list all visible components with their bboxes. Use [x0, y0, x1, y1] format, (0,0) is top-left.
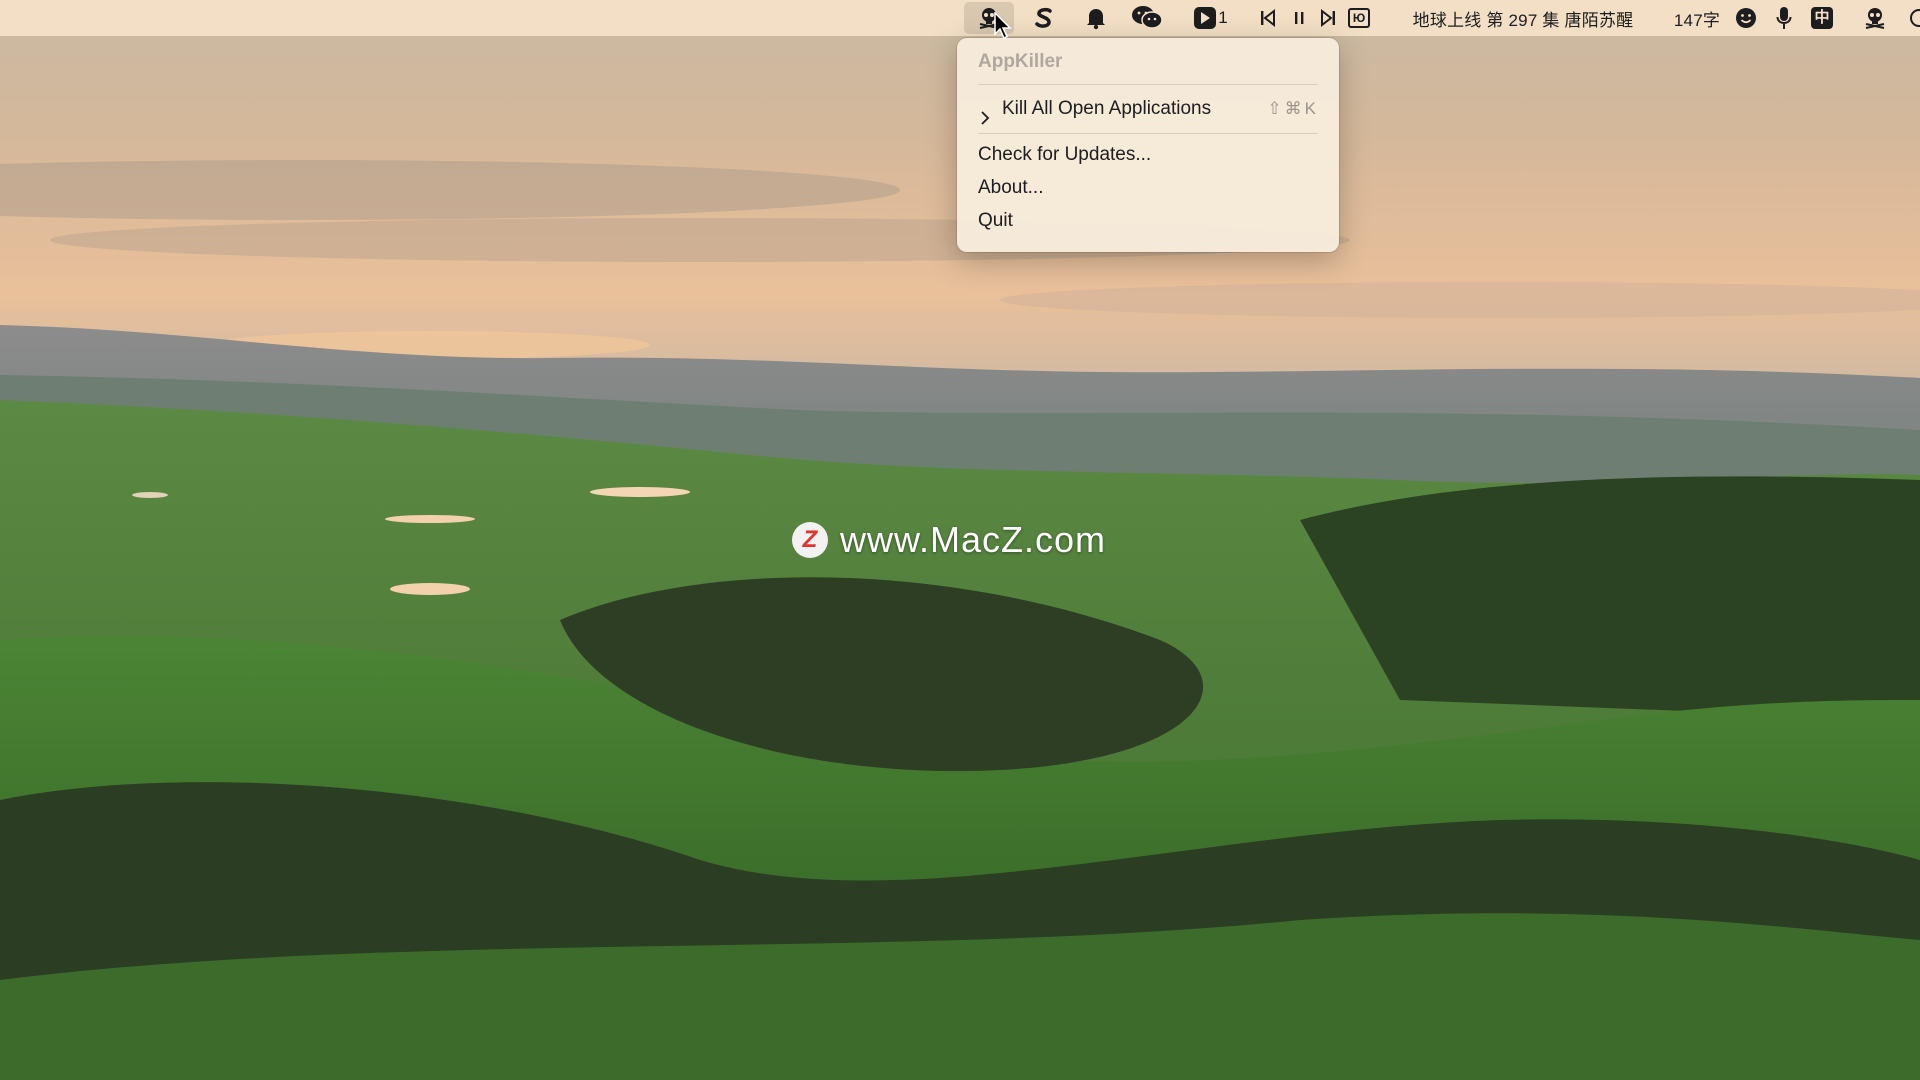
macz-logo-icon: Z	[792, 522, 828, 558]
pause-icon	[1292, 8, 1306, 28]
previous-track-icon	[1259, 8, 1277, 28]
player-app-icon	[1194, 7, 1217, 29]
menu-title: AppKiller	[978, 51, 1063, 72]
chevron-right-icon	[980, 101, 990, 141]
watermark: Z www.MacZ.com	[792, 518, 1106, 562]
input-method-menu-extra[interactable]: 中	[1808, 0, 1836, 36]
wechat-menu-extra[interactable]	[1128, 0, 1166, 36]
emoji-menu-extra[interactable]	[1733, 0, 1759, 36]
player-badge: 1	[1218, 8, 1228, 27]
microphone-icon	[1776, 6, 1792, 30]
menu-bar: 1 Ю 地球上线 第 297 集 唐陌苏醒 147字 中	[0, 0, 1920, 36]
now-playing-title[interactable]: 地球上线 第 297 集 唐陌苏醒	[1400, 0, 1646, 36]
word-count-text: 147字	[1673, 10, 1721, 30]
menu-item-check-updates[interactable]: Check for Updates...	[957, 138, 1339, 171]
s-app-menu-extra[interactable]	[1030, 0, 1058, 36]
menu-item-label: Kill All Open Applications	[1002, 98, 1212, 119]
now-playing-text: 地球上线 第 297 集 唐陌苏醒	[1412, 10, 1634, 30]
skull-menu-extra[interactable]	[1860, 0, 1890, 36]
menu-separator	[978, 133, 1318, 134]
menu-item-label: Check for Updates...	[978, 144, 1152, 165]
next-track-button[interactable]	[1316, 0, 1340, 36]
dictation-menu-extra[interactable]	[1772, 0, 1796, 36]
menu-separator	[978, 84, 1318, 85]
emoji-icon	[1735, 7, 1757, 29]
menu-item-label: About...	[978, 177, 1044, 198]
bell-icon	[1085, 6, 1107, 30]
pause-button[interactable]	[1288, 0, 1310, 36]
previous-track-button[interactable]	[1256, 0, 1280, 36]
word-count[interactable]: 147字	[1670, 0, 1724, 36]
keyboard-shortcut: ⇧⌘K	[1267, 99, 1319, 118]
wechat-icon	[1131, 5, 1163, 31]
next-track-icon	[1319, 8, 1337, 28]
skull-icon	[1863, 6, 1887, 30]
mouse-cursor-icon	[994, 11, 1012, 45]
notification-menu-extra[interactable]	[1082, 0, 1110, 36]
menu-item-label: Quit	[978, 210, 1013, 231]
s-app-icon	[1034, 6, 1054, 30]
appkiller-dropdown-menu: AppKiller Kill All Open Applications ⇧⌘K…	[957, 38, 1339, 252]
watermark-text: www.MacZ.com	[840, 519, 1107, 560]
player-menu-extra[interactable]: 1	[1188, 0, 1234, 36]
menu-item-kill-all[interactable]: Kill All Open Applications ⇧⌘K	[957, 89, 1339, 129]
lyrics-icon: Ю	[1348, 8, 1370, 28]
input-method-icon: 中	[1811, 7, 1833, 29]
menu-item-about[interactable]: About...	[957, 171, 1339, 204]
menu-item-quit[interactable]: Quit	[957, 204, 1339, 237]
lyrics-button[interactable]: Ю	[1345, 0, 1373, 36]
control-center-icon	[1908, 7, 1920, 29]
control-center-menu-extra[interactable]	[1908, 0, 1920, 36]
